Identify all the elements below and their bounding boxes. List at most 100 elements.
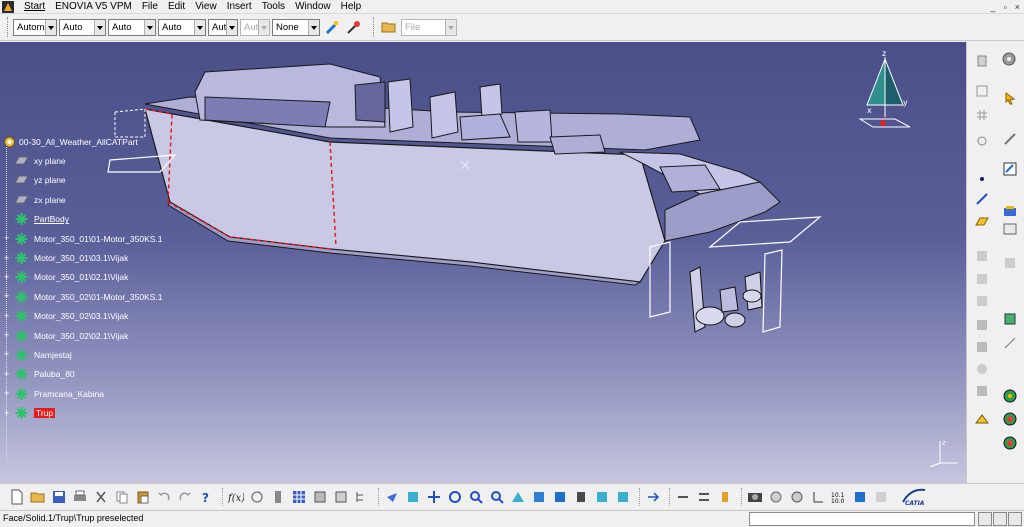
menu-view[interactable]: View xyxy=(190,0,222,14)
sweep-icon[interactable] xyxy=(1001,387,1019,405)
tree-item-partbody[interactable]: PartBody xyxy=(2,210,242,229)
tree-item-motor-6[interactable]: + Motor_350_02\02.1\Vijak xyxy=(2,326,242,345)
redo-icon[interactable] xyxy=(176,488,194,506)
knowledge-icon[interactable] xyxy=(248,488,266,506)
cut-icon[interactable] xyxy=(973,52,991,70)
loft-icon[interactable] xyxy=(1001,410,1019,428)
pan-icon[interactable] xyxy=(425,488,443,506)
menu-enovia[interactable]: ENOVIA V5 VPM xyxy=(50,0,137,14)
swap-space-icon[interactable] xyxy=(614,488,632,506)
sphere-icon[interactable] xyxy=(788,488,806,506)
catalog-icon[interactable] xyxy=(311,488,329,506)
expand-icon[interactable]: + xyxy=(4,311,11,320)
tool-icon[interactable] xyxy=(1001,130,1019,148)
tree-item-motor-1[interactable]: + Motor_350_01\01-Motor_350KS.1 xyxy=(2,229,242,248)
tree-icon[interactable] xyxy=(353,488,371,506)
settings-icon[interactable] xyxy=(1000,50,1018,68)
surface-icon-4[interactable] xyxy=(973,316,991,334)
surface-icon-7[interactable] xyxy=(973,382,991,400)
surface-icon-6[interactable] xyxy=(973,360,991,378)
menu-insert[interactable]: Insert xyxy=(222,0,257,14)
command-input[interactable] xyxy=(749,512,975,526)
whats-this-icon[interactable]: ? xyxy=(197,488,215,506)
close-button[interactable]: × xyxy=(1015,0,1020,14)
pad-icon[interactable] xyxy=(1001,202,1019,220)
fly-mode-icon[interactable] xyxy=(383,488,401,506)
pocket-icon[interactable] xyxy=(1001,220,1019,238)
edge-icon[interactable] xyxy=(1001,334,1019,352)
status-button-2[interactable] xyxy=(993,512,1007,526)
tree-item-xy-plane[interactable]: xy plane xyxy=(2,151,242,170)
constraint-icon[interactable] xyxy=(973,132,991,150)
painter-icon[interactable] xyxy=(322,17,342,37)
tree-item-trup[interactable]: + Trup xyxy=(2,403,242,422)
catia-app-icon[interactable] xyxy=(1,0,15,14)
menu-window[interactable]: Window xyxy=(290,0,336,14)
expand-icon[interactable]: + xyxy=(4,350,11,359)
surface-icon-1[interactable] xyxy=(973,247,991,265)
tree-item-motor-2[interactable]: + Motor_350_01\03.1\Vijak xyxy=(2,248,242,267)
axis-icon[interactable] xyxy=(809,488,827,506)
copy-icon[interactable] xyxy=(113,488,131,506)
line-type-combo[interactable]: Auto xyxy=(158,18,206,36)
menu-start[interactable]: Start xyxy=(19,0,50,14)
tree-item-motor-3[interactable]: + Motor_350_01\02.1\Vijak xyxy=(2,268,242,287)
compass-icon[interactable]: z x y xyxy=(855,47,917,137)
view-mode-icon[interactable] xyxy=(530,488,548,506)
surface-icon-5[interactable] xyxy=(973,338,991,356)
parameter-icon[interactable] xyxy=(269,488,287,506)
expand-icon[interactable]: + xyxy=(4,331,11,340)
expand-icon[interactable]: + xyxy=(4,389,11,398)
tree-root[interactable]: 00-30_All_Weather_AllCATPart xyxy=(2,132,242,151)
zoom-in-icon[interactable] xyxy=(467,488,485,506)
undo-icon[interactable] xyxy=(155,488,173,506)
tree-item-namjestaj[interactable]: + Namjestaj xyxy=(2,345,242,364)
line-thickness-combo[interactable]: Auto xyxy=(108,18,156,36)
tree-item-motor-4[interactable]: + Motor_350_02\01-Motor_350KS.1 xyxy=(2,287,242,306)
print-icon[interactable] xyxy=(71,488,89,506)
status-button-1[interactable] xyxy=(978,512,992,526)
restore-button[interactable]: ▫ xyxy=(1004,0,1007,14)
line-icon[interactable] xyxy=(973,190,991,208)
surface-icon-3[interactable] xyxy=(973,292,991,310)
table-icon[interactable] xyxy=(290,488,308,506)
hide-show-icon[interactable] xyxy=(593,488,611,506)
status-button-3[interactable] xyxy=(1008,512,1022,526)
fillet-icon[interactable] xyxy=(1001,310,1019,328)
iso-view-icon[interactable] xyxy=(551,488,569,506)
measure-inertia-icon[interactable] xyxy=(716,488,734,506)
expand-icon[interactable]: + xyxy=(4,369,11,378)
open-folder-icon[interactable] xyxy=(379,17,399,37)
update-icon[interactable] xyxy=(644,488,662,506)
fit-all-icon[interactable] xyxy=(404,488,422,506)
menu-tools[interactable]: Tools xyxy=(257,0,290,14)
analysis-icon[interactable] xyxy=(851,488,869,506)
layer-combo[interactable]: None xyxy=(272,18,320,36)
save-icon[interactable] xyxy=(50,488,68,506)
surface-icon-2[interactable] xyxy=(973,270,991,288)
menu-help[interactable]: Help xyxy=(336,0,367,14)
shaft-icon[interactable] xyxy=(1001,254,1019,272)
menu-file[interactable]: File xyxy=(137,0,163,14)
tree-item-zx-plane[interactable]: zx plane xyxy=(2,190,242,209)
normal-view-icon[interactable] xyxy=(509,488,527,506)
toolbar-grip[interactable] xyxy=(7,17,10,37)
brush-icon[interactable] xyxy=(344,17,364,37)
expand-icon[interactable]: + xyxy=(4,272,11,281)
pointer-icon[interactable] xyxy=(1001,89,1019,107)
rotate-icon[interactable] xyxy=(446,488,464,506)
menu-edit[interactable]: Edit xyxy=(163,0,190,14)
boolean-icon[interactable] xyxy=(1001,434,1019,452)
zoom-out-icon[interactable] xyxy=(488,488,506,506)
toolbar-grip[interactable] xyxy=(373,17,376,37)
photo-icon[interactable] xyxy=(746,488,764,506)
expand-icon[interactable]: + xyxy=(4,253,11,262)
render-icon[interactable] xyxy=(767,488,785,506)
measure-icon[interactable] xyxy=(973,410,991,428)
cut-icon[interactable] xyxy=(92,488,110,506)
grid-icon[interactable] xyxy=(973,106,991,124)
minimize-button[interactable]: _ xyxy=(991,0,996,14)
scan-icon[interactable] xyxy=(332,488,350,506)
tree-item-kabina[interactable]: + Pramcana_Kabina xyxy=(2,384,242,403)
sketch-icon[interactable] xyxy=(973,82,991,100)
